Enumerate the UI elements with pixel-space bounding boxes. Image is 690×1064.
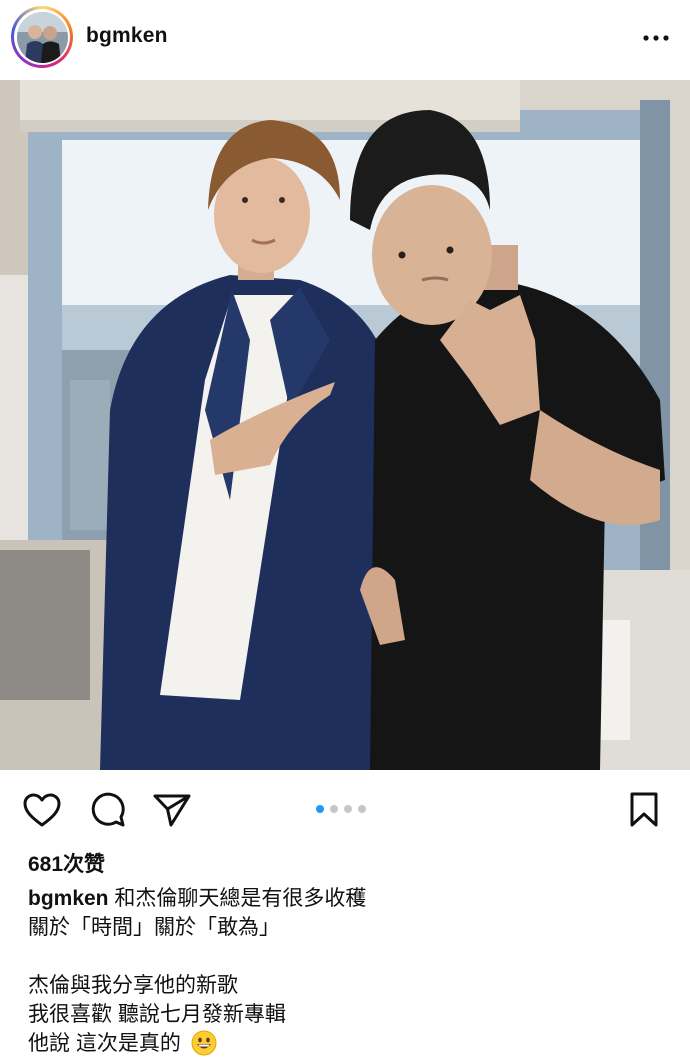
- avatar[interactable]: [11, 6, 73, 68]
- caption-line-4: 我很喜歡 聽說七月發新專輯: [28, 1000, 668, 1029]
- username[interactable]: bgmken: [86, 24, 168, 48]
- comment-icon[interactable]: [88, 790, 128, 830]
- post-caption: bgmken 和杰倫聊天總是有很多收穫 關於「時間」關於「敢為」 杰倫與我分享他…: [28, 884, 668, 1058]
- caption-line-5: 他說 這次是真的: [28, 1029, 668, 1058]
- caption-line-2: 關於「時間」關於「敢為」: [28, 913, 668, 942]
- carousel-indicator: [316, 805, 366, 813]
- caption-text-4: 我很喜歡 聽說七月發新專輯: [28, 1003, 286, 1026]
- caption-line-1: bgmken 和杰倫聊天總是有很多收穫: [28, 884, 668, 913]
- caption-text-2: 關於「時間」關於「敢為」: [28, 916, 280, 939]
- likes-count[interactable]: 681次赞: [28, 848, 105, 878]
- grinning-face-icon: [191, 1030, 217, 1056]
- send-icon[interactable]: [152, 790, 192, 830]
- caption-line-3: 杰倫與我分享他的新歌: [28, 971, 668, 1000]
- carousel-dot-2: [330, 805, 338, 813]
- carousel-dot-3: [344, 805, 352, 813]
- post-actions-bar: [0, 780, 690, 836]
- avatar-photo: [16, 11, 68, 63]
- post-photo[interactable]: [0, 80, 690, 770]
- caption-username[interactable]: bgmken: [28, 887, 109, 910]
- carousel-dot-4: [358, 805, 366, 813]
- heart-icon[interactable]: [22, 790, 62, 830]
- post-header: bgmken: [0, 0, 690, 78]
- caption-text-3: 杰倫與我分享他的新歌: [28, 974, 238, 997]
- carousel-dot-1: [316, 805, 324, 813]
- more-options-icon[interactable]: [640, 26, 672, 50]
- caption-text-1: 和杰倫聊天總是有很多收穫: [114, 887, 367, 910]
- bookmark-icon[interactable]: [624, 790, 664, 830]
